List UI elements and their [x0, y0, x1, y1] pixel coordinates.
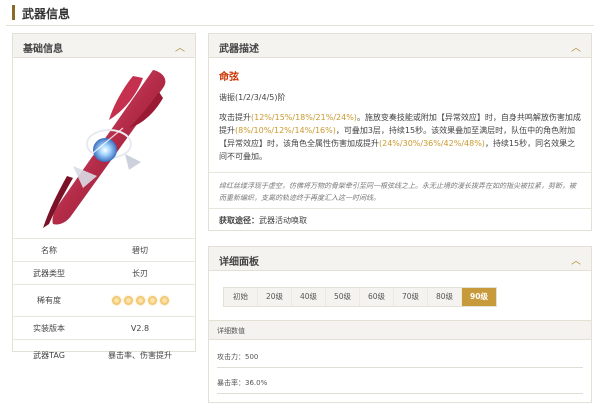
stat-value: 500 — [245, 353, 259, 361]
level-tab[interactable]: 60级 — [360, 288, 394, 306]
source-value: 武器活动唤取 — [259, 216, 307, 225]
source-line: 获取途径：武器活动唤取 — [219, 215, 307, 226]
source-label: 获取途径： — [219, 216, 259, 225]
level-tab[interactable]: 80级 — [428, 288, 462, 306]
star-icon — [111, 296, 121, 305]
weapon-description-card: 武器描述 ︿ 命弦 谐振(1/2/3/4/5)阶 攻击提升(12%/15%/18… — [208, 33, 592, 231]
basic-info-table: 名称 碧切 武器类型 长刃 稀有度 实装版本 V2.8 武器TAG 暴击率、伤害… — [13, 238, 195, 371]
star-icon — [123, 296, 133, 305]
basic-info-header[interactable]: 基础信息 ︿ — [13, 34, 195, 58]
effect-value-highlight: (8%/10%/12%/14%/16%) — [235, 126, 336, 135]
weapon-type-value: 长刃 — [132, 268, 148, 278]
description-header[interactable]: 武器描述 ︿ — [209, 34, 591, 58]
stat-value: 36.0% — [245, 379, 268, 387]
description-title: 武器描述 — [219, 44, 259, 55]
effect-value-highlight: (24%/30%/36%/42%/48%) — [379, 139, 485, 148]
stat-divider — [217, 367, 583, 368]
chevron-up-icon[interactable]: ︿ — [175, 39, 185, 54]
stat-label: 攻击力： — [217, 353, 245, 361]
divider — [209, 172, 591, 173]
info-row-tag: 武器TAG 暴击率、伤害提升 — [13, 339, 195, 371]
effect-value-highlight: (12%/15%/18%/21%/24%) — [251, 113, 357, 122]
info-key: 武器类型 — [33, 268, 65, 278]
weapon-name-value: 碧切 — [132, 245, 148, 255]
info-row-type: 武器类型 长刃 — [13, 261, 195, 284]
detail-panel-title: 详细面板 — [219, 257, 259, 268]
version-value: V2.8 — [130, 323, 150, 333]
info-key: 武器TAG — [33, 351, 65, 360]
star-icon — [147, 296, 157, 305]
level-tab[interactable]: 90级 — [462, 288, 496, 306]
level-tabs: 初始 20级 40级 50级 60级 70级 80级 90级 — [223, 287, 497, 307]
stats-header-label: 详细数值 — [217, 327, 245, 335]
stats-header: 详细数值 — [209, 320, 591, 340]
info-row-rarity: 稀有度 — [13, 284, 195, 316]
basic-info-title: 基础信息 — [23, 44, 63, 55]
title-accent-bar — [12, 5, 15, 20]
skill-name: 命弦 — [219, 72, 239, 83]
info-row-name: 名称 碧切 — [13, 238, 195, 261]
stat-row-crit: 暴击率：36.0% — [217, 378, 267, 388]
stat-row-attack: 攻击力：500 — [217, 352, 258, 362]
chevron-up-icon[interactable]: ︿ — [571, 39, 581, 54]
weapon-image — [43, 70, 166, 228]
level-tab[interactable]: 40级 — [292, 288, 326, 306]
detail-panel-card: 详细面板 ︿ 初始 20级 40级 50级 60级 70级 80级 90级 详细数值 攻击力：… — [208, 246, 592, 403]
info-key: 稀有度 — [37, 296, 61, 305]
star-icon — [135, 296, 145, 305]
skill-effect-text: 攻击提升(12%/15%/18%/21%/24%)。施放变奏技能或附加【异常效应… — [219, 111, 583, 163]
page-header: 武器信息 — [6, 0, 594, 26]
basic-info-card: 基础信息 ︿ 名称 碧切 武器类型 长刃 稀有度 实装版本 V2.8 武器TAG… — [12, 33, 196, 360]
effect-text-segment: 攻击提升 — [219, 113, 251, 122]
star-icon — [159, 296, 169, 305]
detail-panel-header[interactable]: 详细面板 ︿ — [209, 247, 591, 271]
divider — [209, 208, 591, 209]
level-tab[interactable]: 70级 — [394, 288, 428, 306]
chevron-up-icon[interactable]: ︿ — [571, 252, 581, 267]
level-tab[interactable]: 20级 — [258, 288, 292, 306]
tag-value: 暴击率、伤害提升 — [108, 351, 172, 360]
info-key: 实装版本 — [33, 323, 65, 333]
info-key: 名称 — [41, 245, 57, 255]
page-title: 武器信息 — [22, 7, 71, 21]
level-tab[interactable]: 初始 — [224, 288, 258, 306]
description-body: 命弦 谐振(1/2/3/4/5)阶 攻击提升(12%/15%/18%/21%/2… — [219, 68, 583, 163]
level-tab[interactable]: 50级 — [326, 288, 360, 306]
stat-label: 暴击率： — [217, 379, 245, 387]
stat-divider — [217, 393, 583, 394]
flavor-text: 绯红丝缕浮现于虚空，仿佛将万物的骨架牵引至同一根弦线之上。永无止境的漫长拨弄在如… — [219, 182, 576, 202]
refine-levels: 谐振(1/2/3/4/5)阶 — [219, 93, 286, 102]
rarity-value — [85, 296, 195, 305]
rarity-stars — [85, 296, 195, 305]
info-row-version: 实装版本 V2.8 — [13, 316, 195, 339]
